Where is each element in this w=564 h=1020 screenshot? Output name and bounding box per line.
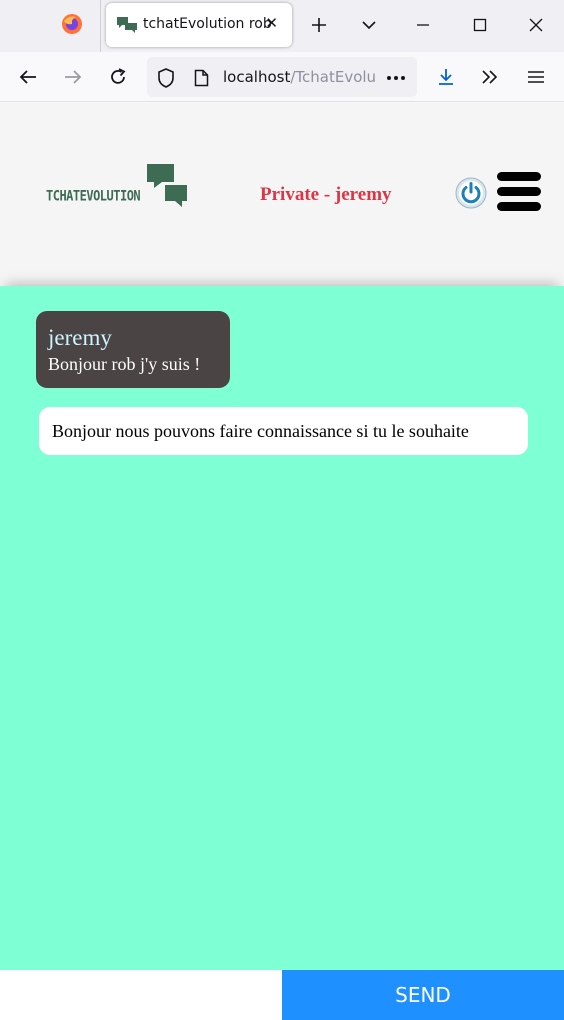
forward-arrow-icon[interactable] [58, 62, 88, 92]
browser-nav-bar: localhost/TchatEvolu [0, 52, 564, 102]
browser-tab-bar: tchatEvolution rob ✕ [0, 0, 564, 52]
url-path: /TchatEvolu [290, 68, 377, 86]
url-host: localhost [223, 68, 291, 86]
site-header: TCHATEVOLUTION Private - jeremy [0, 103, 564, 286]
message-composer: SEND [0, 970, 564, 1020]
hamburger-menu-icon[interactable] [496, 171, 542, 213]
message-sent: Bonjour nous pouvons faire connaissance … [39, 407, 528, 455]
reload-icon[interactable] [103, 62, 133, 92]
message-sender-name: jeremy [48, 325, 112, 350]
maximize-icon[interactable] [465, 10, 495, 40]
chat-bubbles-icon [117, 17, 137, 33]
chat-bubbles-logo-icon [147, 164, 187, 207]
message-input[interactable] [0, 970, 282, 1020]
send-button[interactable]: SEND [282, 970, 564, 1020]
shield-icon[interactable] [155, 67, 177, 89]
page-icon [191, 67, 211, 89]
chat-messages-area: jeremy Bonjour rob j'y suis ! Bonjour no… [0, 286, 564, 970]
message-text: Bonjour nous pouvons faire connaissance … [52, 421, 469, 441]
url-text[interactable]: localhost/TchatEvolu [223, 68, 383, 86]
tab-title: tchatEvolution rob [143, 16, 272, 32]
overflow-chevrons-icon[interactable] [475, 62, 505, 92]
download-icon[interactable] [431, 62, 461, 92]
back-arrow-icon[interactable] [13, 62, 43, 92]
firefox-icon[interactable] [58, 10, 86, 38]
window-close-icon[interactable] [521, 10, 551, 40]
url-bar[interactable]: localhost/TchatEvolu [147, 57, 417, 97]
tab-separator [100, 0, 101, 52]
minimize-icon[interactable] [408, 10, 438, 40]
new-tab-icon[interactable] [304, 10, 334, 40]
tab-close-icon[interactable]: ✕ [265, 14, 278, 32]
private-conversation-label: Private - jeremy [260, 184, 392, 205]
logo-text[interactable]: TCHATEVOLUTION [46, 188, 141, 204]
message-text: Bonjour rob j'y suis ! [48, 354, 201, 374]
tab-active[interactable]: tchatEvolution rob ✕ [106, 3, 292, 47]
more-dots-icon[interactable] [383, 67, 409, 89]
tab-list-chevron-down-icon[interactable] [354, 10, 384, 40]
app-menu-icon[interactable] [521, 62, 551, 92]
power-logout-icon[interactable] [455, 177, 487, 209]
message-received: jeremy Bonjour rob j'y suis ! [36, 311, 230, 388]
page: TCHATEVOLUTION Private - jeremy jeremy B… [0, 103, 564, 1020]
